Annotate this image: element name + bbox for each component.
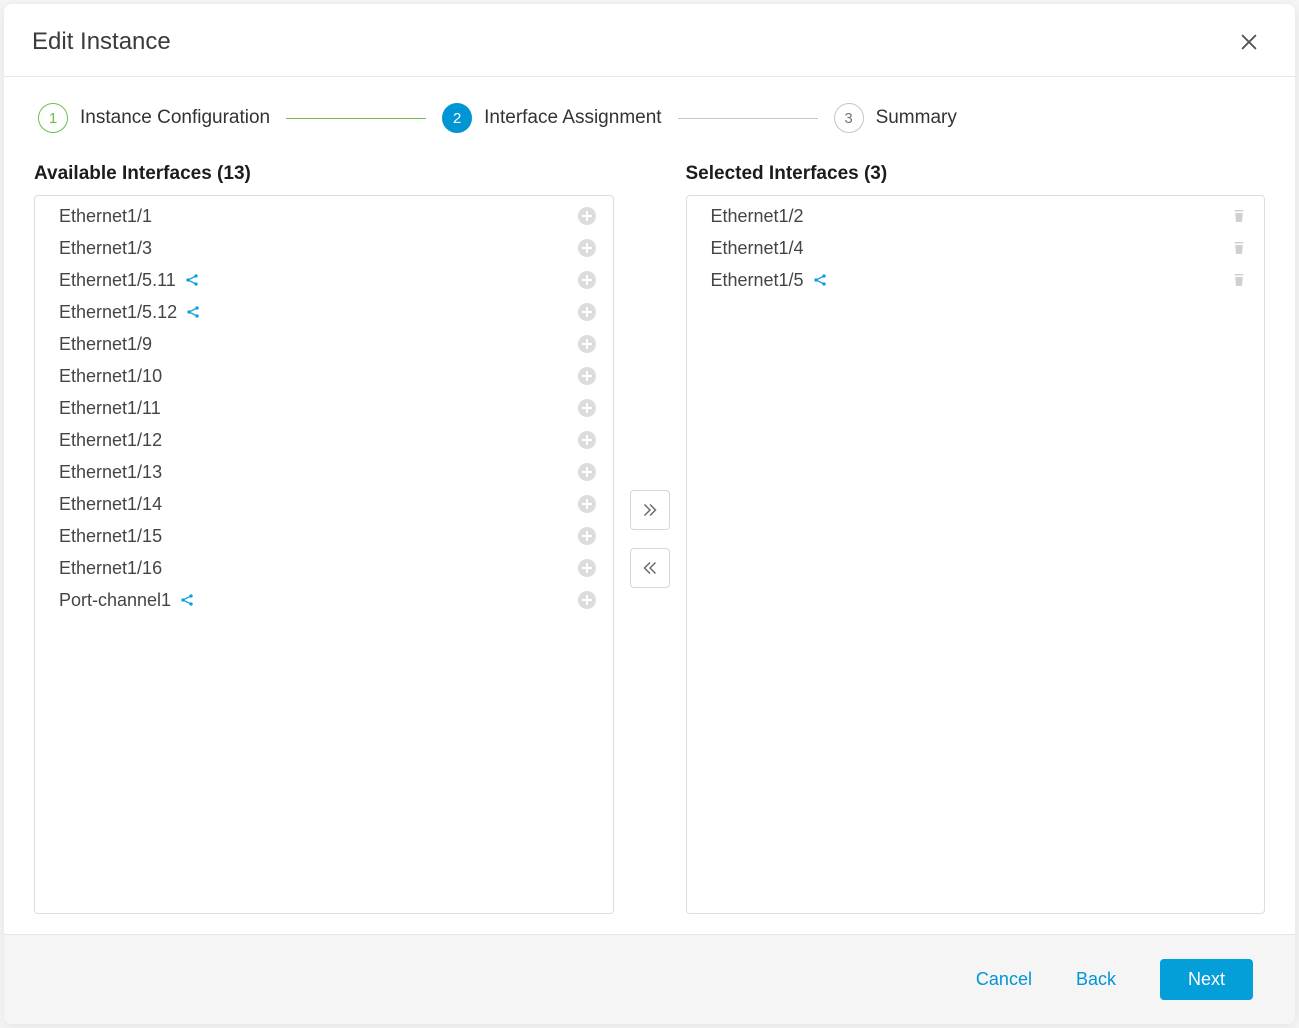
available-interface-item[interactable]: Ethernet1/5.11 — [35, 264, 613, 296]
next-button[interactable]: Next — [1160, 959, 1253, 1000]
step-number: 1 — [38, 103, 68, 133]
step-number: 2 — [442, 103, 472, 133]
edit-instance-dialog: Edit Instance 1 Instance Configuration 2… — [4, 4, 1295, 1024]
selected-interface-item[interactable]: Ethernet1/4 — [687, 232, 1265, 264]
add-interface-button[interactable] — [577, 366, 597, 386]
dialog-title: Edit Instance — [32, 28, 171, 56]
selected-interfaces-list[interactable]: Ethernet1/2 Ethernet1/4 Ethernet1/5 — [686, 195, 1266, 914]
available-panel-title: Available Interfaces (13) — [34, 163, 614, 185]
wizard-stepper: 1 Instance Configuration 2 Interface Ass… — [4, 77, 1295, 163]
step-label: Instance Configuration — [80, 107, 270, 129]
available-interface-item[interactable]: Ethernet1/10 — [35, 360, 613, 392]
interface-name: Ethernet1/15 — [59, 526, 162, 547]
available-interfaces-list[interactable]: Ethernet1/1 Ethernet1/3 Ethernet1/5.11 Ethe… — [34, 195, 614, 914]
selected-interface-item[interactable]: Ethernet1/2 — [687, 200, 1265, 232]
close-button[interactable] — [1235, 28, 1263, 56]
interface-assignment-content: Available Interfaces (13) Ethernet1/1Eth… — [4, 163, 1295, 934]
interface-name: Ethernet1/12 — [59, 430, 162, 451]
interface-name: Ethernet1/3 — [59, 238, 152, 259]
interface-name: Ethernet1/9 — [59, 334, 152, 355]
selected-panel-wrap: Selected Interfaces (3) Ethernet1/2Ether… — [686, 163, 1266, 914]
add-interface-button[interactable] — [577, 430, 597, 450]
available-panel-wrap: Available Interfaces (13) Ethernet1/1Eth… — [34, 163, 614, 914]
available-interface-item[interactable]: Ethernet1/5.12 — [35, 296, 613, 328]
interface-name: Ethernet1/1 — [59, 206, 152, 227]
chevrons-left-icon — [639, 557, 661, 579]
back-button[interactable]: Back — [1076, 969, 1116, 990]
available-interface-item[interactable]: Port-channel1 — [35, 584, 613, 616]
step-connector — [286, 118, 426, 119]
interface-name: Ethernet1/11 — [59, 398, 161, 419]
interface-name: Ethernet1/14 — [59, 494, 162, 515]
add-interface-button[interactable] — [577, 206, 597, 226]
step-connector — [678, 118, 818, 119]
add-interface-button[interactable] — [577, 270, 597, 290]
transfer-buttons — [630, 490, 670, 588]
share-icon — [184, 272, 200, 288]
remove-interface-button[interactable] — [1230, 206, 1248, 226]
interface-name: Ethernet1/5.12 — [59, 302, 177, 323]
dialog-header: Edit Instance — [4, 4, 1295, 77]
available-interface-item[interactable]: Ethernet1/3 — [35, 232, 613, 264]
remove-interface-button[interactable] — [1230, 238, 1248, 258]
add-interface-button[interactable] — [577, 302, 597, 322]
available-interface-item[interactable]: Ethernet1/16 — [35, 552, 613, 584]
step-number: 3 — [834, 103, 864, 133]
interface-name: Ethernet1/2 — [711, 206, 804, 227]
add-interface-button[interactable] — [577, 526, 597, 546]
add-interface-button[interactable] — [577, 494, 597, 514]
available-interface-item[interactable]: Ethernet1/1 — [35, 200, 613, 232]
share-icon — [812, 272, 828, 288]
add-interface-button[interactable] — [577, 590, 597, 610]
share-icon — [179, 592, 195, 608]
add-interface-button[interactable] — [577, 558, 597, 578]
interface-name: Ethernet1/16 — [59, 558, 162, 579]
interface-name: Ethernet1/5.11 — [59, 270, 176, 291]
available-interface-item[interactable]: Ethernet1/12 — [35, 424, 613, 456]
close-icon — [1238, 31, 1260, 53]
add-interface-button[interactable] — [577, 462, 597, 482]
chevrons-right-icon — [639, 499, 661, 521]
selected-interface-item[interactable]: Ethernet1/5 — [687, 264, 1265, 296]
add-interface-button[interactable] — [577, 398, 597, 418]
available-interface-item[interactable]: Ethernet1/13 — [35, 456, 613, 488]
step-summary[interactable]: 3 Summary — [834, 103, 957, 133]
add-interface-button[interactable] — [577, 238, 597, 258]
available-interface-item[interactable]: Ethernet1/11 — [35, 392, 613, 424]
cancel-button[interactable]: Cancel — [976, 969, 1032, 990]
interface-name: Ethernet1/5 — [711, 270, 804, 291]
step-label: Summary — [876, 107, 957, 129]
selected-panel-title: Selected Interfaces (3) — [686, 163, 1266, 185]
share-icon — [185, 304, 201, 320]
interface-name: Port-channel1 — [59, 590, 171, 611]
interface-name: Ethernet1/4 — [711, 238, 804, 259]
remove-all-button[interactable] — [630, 548, 670, 588]
add-all-button[interactable] — [630, 490, 670, 530]
interface-name: Ethernet1/13 — [59, 462, 162, 483]
step-instance-configuration[interactable]: 1 Instance Configuration — [38, 103, 270, 133]
add-interface-button[interactable] — [577, 334, 597, 354]
available-interface-item[interactable]: Ethernet1/15 — [35, 520, 613, 552]
remove-interface-button[interactable] — [1230, 270, 1248, 290]
interface-name: Ethernet1/10 — [59, 366, 162, 387]
step-interface-assignment[interactable]: 2 Interface Assignment — [442, 103, 661, 133]
available-interface-item[interactable]: Ethernet1/9 — [35, 328, 613, 360]
available-interface-item[interactable]: Ethernet1/14 — [35, 488, 613, 520]
step-label: Interface Assignment — [484, 107, 661, 129]
dialog-footer: Cancel Back Next — [4, 934, 1295, 1024]
